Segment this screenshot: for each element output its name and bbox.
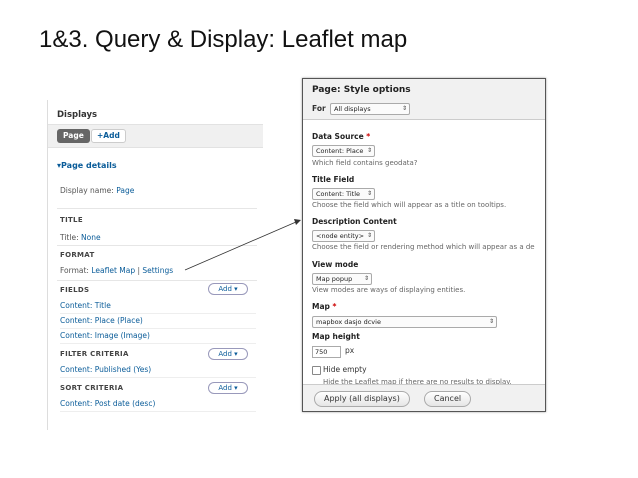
apply-all-displays-button[interactable]: Apply (all displays) [314, 391, 410, 407]
view-mode-label: View mode [312, 260, 359, 269]
for-label: For [312, 104, 326, 113]
cancel-button[interactable]: Cancel [424, 391, 472, 407]
map-height-input[interactable]: 750 [312, 346, 341, 358]
select-arrow-icon: ⇕ [366, 147, 372, 154]
description-content-select[interactable]: <node entity> ⇕ [312, 230, 375, 242]
dialog-footer: Apply (all displays) Cancel [303, 384, 545, 411]
for-select-value: All displays [334, 105, 371, 113]
hide-empty-label: Hide empty [323, 365, 367, 374]
data-source-help: Which field contains geodata? [312, 159, 418, 167]
hide-empty-checkbox[interactable] [312, 366, 321, 375]
title-field-select-value: Content: Title [316, 190, 361, 198]
for-select[interactable]: All displays ⇕ [330, 103, 410, 115]
select-arrow-icon: ⇕ [366, 232, 372, 239]
map-label-text: Map [312, 302, 330, 311]
data-source-label: Data Source * [312, 132, 370, 141]
required-mark: * [332, 302, 337, 311]
dialog-title: Page: Style options [312, 85, 411, 95]
title-field-help: Choose the field which will appear as a … [312, 201, 507, 209]
select-arrow-icon: ⇕ [366, 190, 372, 197]
view-mode-select-value: Map popup [316, 275, 353, 283]
map-height-unit: px [345, 346, 355, 355]
data-source-label-text: Data Source [312, 132, 364, 141]
description-help: Choose the field or rendering method whi… [312, 243, 535, 251]
select-arrow-icon: ⇕ [401, 105, 407, 112]
map-label: Map * [312, 302, 336, 311]
map-height-label: Map height [312, 332, 360, 341]
map-select-value: mapbox dasjo dcvie [316, 318, 381, 326]
map-select[interactable]: mapbox dasjo dcvie ⇕ [312, 316, 497, 328]
select-arrow-icon: ⇕ [363, 275, 369, 282]
view-mode-help: View modes are ways of displaying entiti… [312, 286, 466, 294]
style-options-dialog: Page: Style options For All displays ⇕ Da… [302, 78, 546, 412]
view-mode-select[interactable]: Map popup ⇕ [312, 273, 372, 285]
data-source-select[interactable]: Content: Place ⇕ [312, 145, 375, 157]
data-source-select-value: Content: Place [316, 147, 364, 155]
description-select-value: <node entity> [316, 232, 365, 240]
dialog-header: Page: Style options For All displays ⇕ [303, 79, 545, 120]
required-mark: * [366, 132, 371, 141]
description-content-label: Description Content [312, 217, 397, 226]
select-arrow-icon: ⇕ [488, 318, 494, 325]
title-field-label: Title Field [312, 175, 355, 184]
title-field-select[interactable]: Content: Title ⇕ [312, 188, 375, 200]
